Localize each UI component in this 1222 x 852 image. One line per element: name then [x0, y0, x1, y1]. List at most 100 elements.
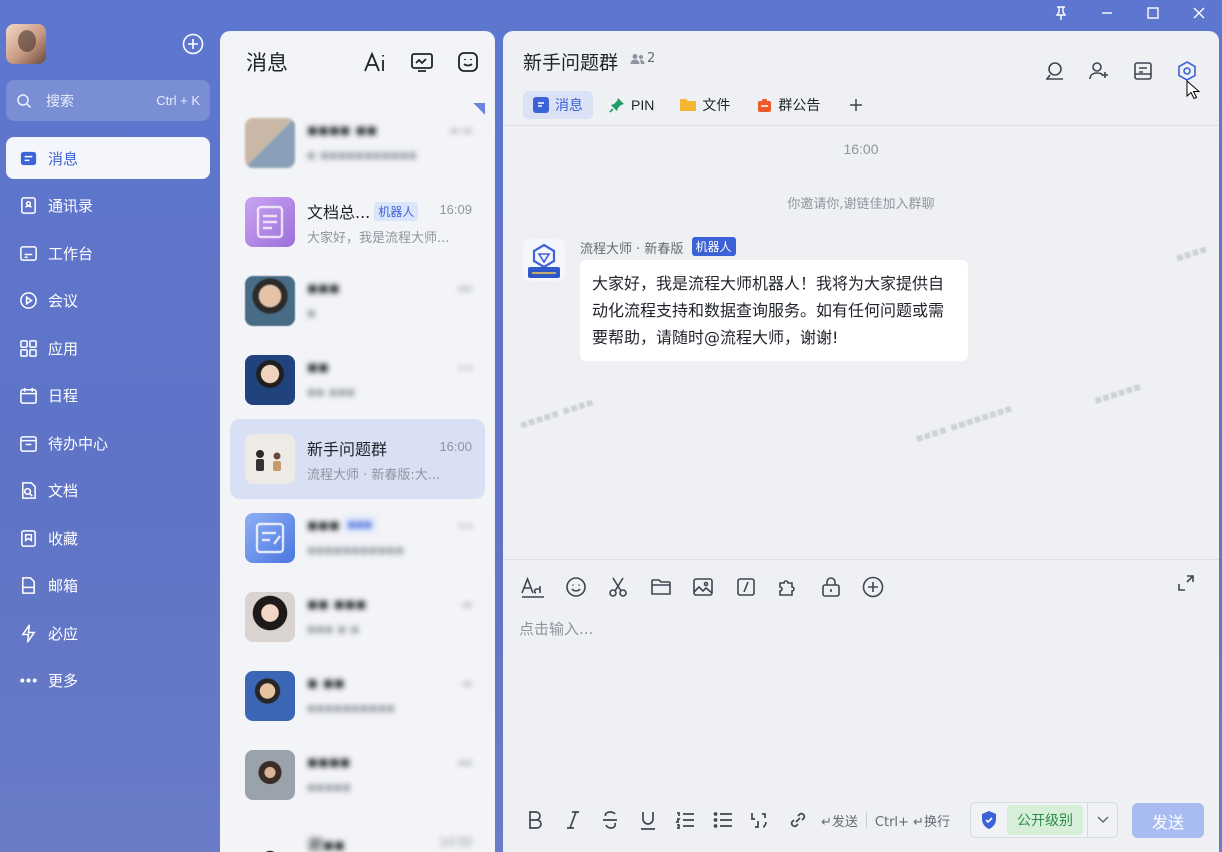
conversation-item[interactable]: ▪▪▪ ▪▪▪ ▪ ▪ ▪▪▪▪▪▪▪▪▪▪▪ [230, 498, 485, 578]
link-button[interactable] [784, 806, 812, 834]
group-avatar [245, 434, 295, 484]
image-icon [693, 578, 713, 596]
nav-item-workbench[interactable]: 工作台 [6, 232, 210, 274]
watermark: ▪▪▪▪▪ ▪▪▪▪ [517, 394, 596, 432]
nav-item-calendar[interactable]: 日程 [6, 375, 210, 417]
message-bubble[interactable]: 大家好，我是流程大师机器人！我将为大家提供自动化流程支持和数据查询服务。如有任何… [580, 260, 968, 361]
time-divider: 16:00 [843, 141, 879, 157]
tab-announcement[interactable]: 群公告 [746, 91, 830, 119]
create-button[interactable] [182, 33, 204, 55]
watermark: ▪▪▪▪ ▪▪▪▪▪▪▪▪ [913, 400, 1015, 446]
underline-button[interactable] [634, 806, 662, 834]
settings-hexagon-icon [1178, 61, 1196, 81]
strikethrough-button[interactable] [596, 806, 624, 834]
nav-item-label: 通讯录 [48, 197, 94, 215]
group-name[interactable]: 新手问题群 [523, 48, 618, 75]
conversation-item[interactable]: ▪▪ ▪▪▪ ▪▪ ▪▪▪ ▪ ▪ [230, 577, 485, 657]
board-button[interactable] [1131, 59, 1155, 83]
expand-editor-button[interactable] [1177, 574, 1201, 598]
nav-item-messages[interactable]: 消息 [6, 137, 210, 179]
nav-item-label: 文档 [48, 482, 79, 500]
minimize-button[interactable] [1084, 0, 1130, 26]
quote-button[interactable] [746, 806, 774, 834]
bullet-list-button[interactable] [709, 806, 737, 834]
plugin-button[interactable] [772, 572, 804, 602]
conversation-name: ▪▪▪ ▪▪▪ [307, 515, 376, 534]
conversation-item-newbie-group[interactable]: 新手问题群 16:00 流程大师 · 新春版:大... [230, 419, 485, 499]
upload-folder-button[interactable] [645, 572, 677, 602]
search-chat-button[interactable] [1043, 59, 1067, 83]
nav-item-docs[interactable]: 文档 [6, 470, 210, 512]
nav-item-more[interactable]: 更多 [6, 660, 210, 702]
nav-item-mail[interactable]: 邮箱 [6, 565, 210, 607]
conversation-preview: ▪▪ ▪▪▪ [307, 385, 356, 400]
composer-toolbar [517, 572, 900, 602]
conversation-item[interactable]: ▪▪▪▪ ▪▪ ▪▪ ▪▪ ▪ ▪▪▪▪▪▪▪▪▪▪▪ [230, 103, 485, 183]
conversation-item[interactable]: 文档总... 机器人 16:09 大家好，我是流程大师... [230, 182, 485, 262]
nav-item-meeting[interactable]: 会议 [6, 280, 210, 322]
nav-item-label: 收藏 [48, 529, 79, 548]
ordered-list-button[interactable] [671, 806, 699, 834]
text-format-button[interactable] [517, 572, 549, 602]
note-icon [255, 522, 285, 554]
search-box[interactable]: 搜索 Ctrl + K [6, 80, 210, 121]
ai-button[interactable] [363, 49, 389, 75]
search-icon [17, 93, 32, 108]
chat-tabs: 消息 PIN 文件 群公告 [523, 91, 870, 119]
nav-item-todo[interactable]: 待办中心 [6, 422, 210, 464]
conversation-item[interactable]: ▪▪▪ ▪▪▪ ▪ [230, 261, 485, 341]
image-button[interactable] [687, 572, 719, 602]
user-avatar[interactable] [6, 24, 46, 64]
message-sender: 流程大师 · 新春版 机器人 [580, 237, 736, 257]
nav-item-favorites[interactable]: 收藏 [6, 517, 210, 559]
conversation-preview: ▪▪▪▪▪▪▪▪▪▪▪ [307, 543, 404, 558]
robot-tag: ▪▪▪ [343, 516, 376, 532]
chat-header: 新手问题群 2 消息 PIN 文件 群公告 [503, 31, 1219, 126]
nav-item-contacts[interactable]: 通讯录 [6, 185, 210, 227]
conversation-item[interactable]: ▪▪ ▪ ▪ ▪▪ ▪▪▪ [230, 340, 485, 420]
tab-pin[interactable]: PIN [599, 91, 664, 119]
command-button[interactable] [730, 572, 762, 602]
conversation-header: 消息 [220, 31, 495, 93]
security-level-selector[interactable]: 公开级别 [970, 802, 1118, 838]
plus-circle-icon [862, 576, 884, 598]
sticker-button[interactable] [455, 49, 481, 75]
close-button[interactable] [1176, 0, 1222, 26]
member-count[interactable]: 2 [630, 51, 655, 66]
tab-messages[interactable]: 消息 [523, 91, 593, 119]
conversation-item[interactable]: 谢▪▪ 14:50 [230, 814, 485, 852]
nav-item-apps[interactable]: 应用 [6, 327, 210, 369]
conversation-time: ▪ ▪ [459, 360, 472, 375]
add-member-button[interactable] [1087, 59, 1111, 83]
robot-tag: 机器人 [691, 237, 736, 256]
italic-button[interactable] [559, 806, 587, 834]
favorites-icon [20, 529, 36, 547]
conversation-item[interactable]: ▪ ▪▪ ▪▪ ▪▪▪▪▪▪▪▪▪▪ [230, 656, 485, 736]
pin-window-button[interactable] [1038, 0, 1084, 26]
bot-avatar[interactable] [523, 239, 565, 281]
composer: ↵发送 Ctrl+ ↵换行 公开级别 发送 [503, 559, 1219, 852]
watermark: ▪▪▪▪▪▪ [1092, 378, 1143, 408]
send-button[interactable]: 发送 [1132, 803, 1204, 838]
board-button[interactable] [409, 49, 435, 75]
conversation-name: 文档总... 机器人 [307, 199, 419, 223]
conversation-preview: ▪ [307, 306, 316, 321]
bot-logo-icon [523, 239, 565, 281]
tab-files[interactable]: 文件 [670, 91, 740, 119]
more-tools-button[interactable] [857, 572, 889, 602]
watermark: ▪▪▪▪ [1173, 241, 1209, 265]
emoji-icon [565, 577, 586, 597]
left-nav: 搜索 Ctrl + K 消息 通讯录 工作台 会议 应用 日程 待办中心 文档 … [0, 0, 220, 852]
secret-message-button[interactable] [815, 572, 847, 602]
conversation-item[interactable]: ▪▪▪▪ ▪▪▪ ▪▪▪▪▪ [230, 735, 485, 815]
nav-item-bing[interactable]: 必应 [6, 612, 210, 654]
conversation-list: ▪▪▪▪ ▪▪ ▪▪ ▪▪ ▪ ▪▪▪▪▪▪▪▪▪▪▪ 文档总... 机器人 16… [230, 103, 485, 852]
add-tab-button[interactable] [842, 91, 870, 119]
emoji-button[interactable] [560, 572, 592, 602]
maximize-button[interactable] [1130, 0, 1176, 26]
system-message: 你邀请你,谢链佳加入群聊 [787, 197, 935, 212]
bold-button[interactable] [521, 806, 549, 834]
screenshot-button[interactable] [602, 572, 634, 602]
robot-tag: 机器人 [374, 202, 419, 221]
message-input[interactable] [519, 620, 1199, 638]
